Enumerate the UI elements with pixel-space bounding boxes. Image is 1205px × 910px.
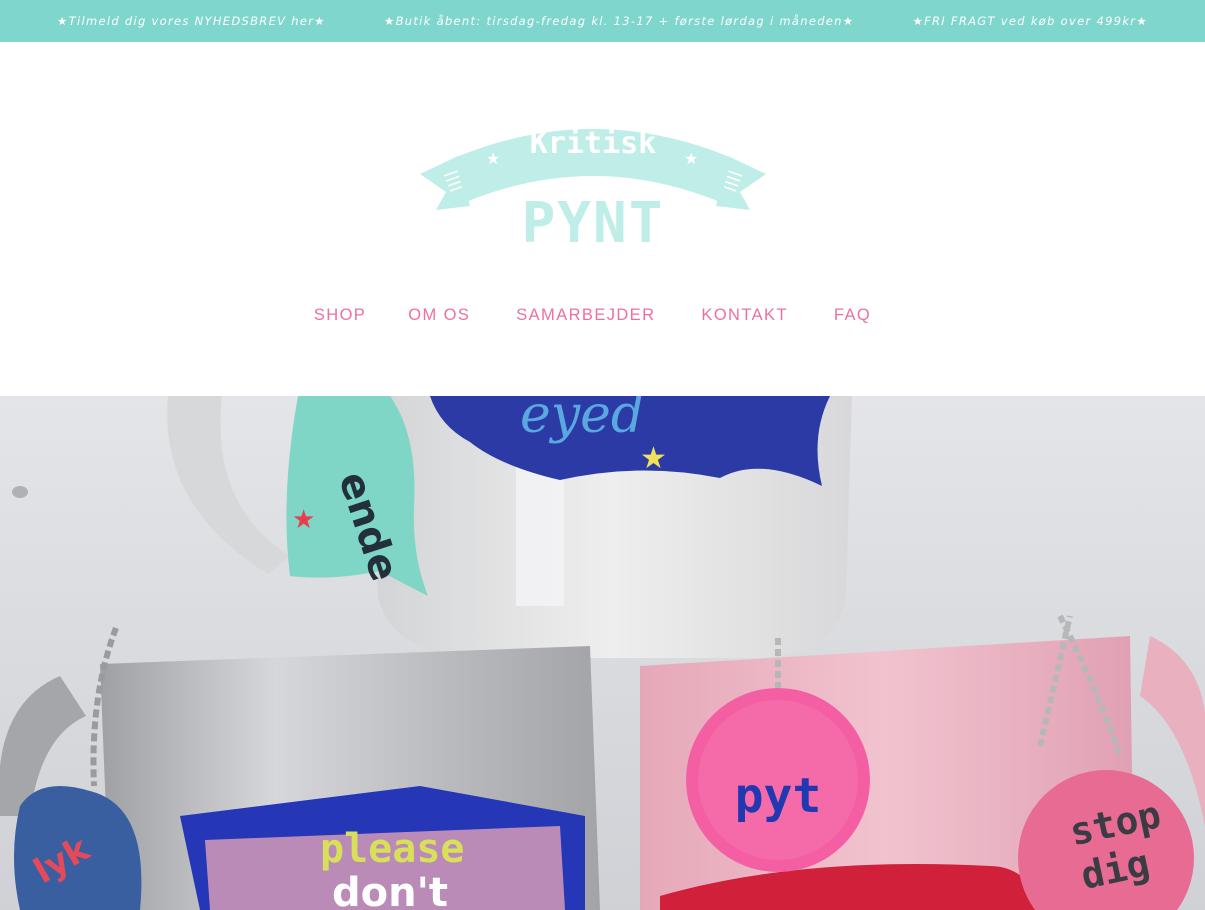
logo-line1: Kritisk	[530, 126, 656, 161]
svg-text:★: ★	[486, 149, 500, 168]
svg-text:★: ★	[640, 441, 667, 476]
main-nav: SHOP OM OS SAMARBEJDER KONTAKT FAQ	[0, 306, 1205, 325]
announcement-bar: ★Tilmeld dig vores NYHEDSBREV her★ ★Buti…	[0, 0, 1205, 42]
svg-text:★: ★	[684, 149, 698, 168]
free-shipping-text: ★FRI FRAGT ved køb over 499kr★	[912, 14, 1148, 28]
newsletter-link[interactable]: ★Tilmeld dig vores NYHEDSBREV her★	[57, 14, 326, 28]
ribbon-banner-logo-icon: ★ ★ Kritisk PYNT	[420, 126, 766, 256]
nav-kontakt[interactable]: KONTAKT	[701, 306, 788, 325]
svg-text:eyed: eyed	[520, 396, 644, 445]
nav-faq[interactable]: FAQ	[834, 306, 871, 325]
mugs-photo-icon: eyed ★ ende ★ please don't lyk pyt stop …	[0, 396, 1205, 910]
nav-shop[interactable]: SHOP	[314, 306, 366, 325]
site-logo[interactable]: ★ ★ Kritisk PYNT	[418, 114, 768, 256]
hero-image: eyed ★ ende ★ please don't lyk pyt stop …	[0, 396, 1205, 910]
site-header: ★ ★ Kritisk PYNT SHOP OM OS SAMARBEJDER …	[0, 42, 1205, 396]
left-mug-text-line1: please	[320, 826, 465, 872]
nav-om-os[interactable]: OM OS	[408, 306, 470, 325]
store-hours-text: ★Butik åbent: tirsdag-fredag kl. 13-17 +…	[383, 14, 855, 28]
left-mug-text-line2: don't	[332, 870, 448, 910]
nav-samarbejder[interactable]: SAMARBEJDER	[516, 306, 655, 325]
svg-text:★: ★	[292, 505, 315, 535]
logo-line2: PYNT	[522, 191, 665, 249]
pyt-tag-text: pyt	[735, 768, 822, 824]
